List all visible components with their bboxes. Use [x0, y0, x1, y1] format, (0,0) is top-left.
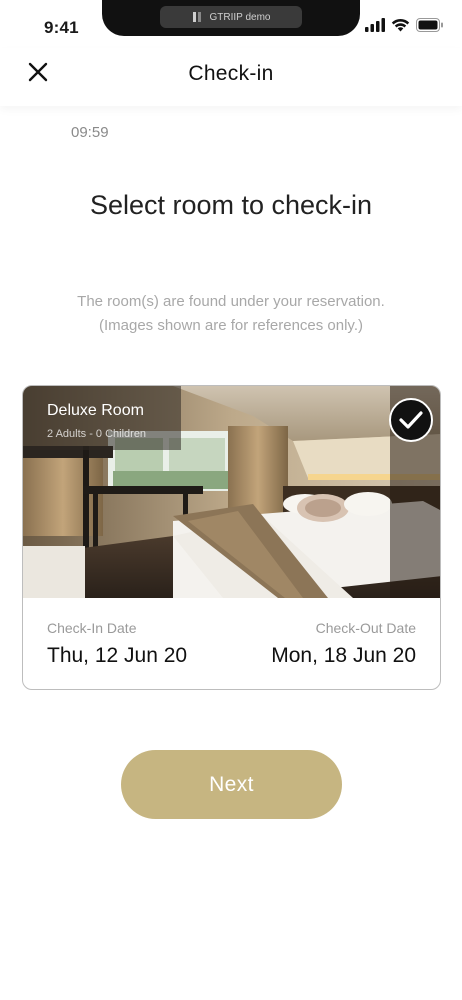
notch-label: GTRIIP demo — [209, 11, 271, 23]
check-in-value: Thu, 12 Jun 20 — [47, 644, 188, 667]
status-time: 9:41 — [44, 18, 79, 37]
page-title: Select room to check-in — [89, 190, 373, 220]
device-notch: GTRIIP demo — [102, 0, 360, 36]
check-out-label: Check-Out Date — [315, 620, 416, 636]
subtitle-line-1: The room(s) are found under your reserva… — [77, 293, 385, 310]
check-in-date: Check-In Date Thu, 12 Jun 20 — [47, 620, 187, 668]
status-bar: 9:41 GTRIIP demo — [0, 0, 462, 48]
room-name: Deluxe Room — [47, 402, 144, 419]
check-out-value: Mon, 18 Jun 20 — [271, 644, 416, 667]
signal-icon — [365, 18, 385, 37]
next-button[interactable]: Next — [121, 750, 342, 819]
room-select-toggle[interactable] — [389, 398, 433, 442]
wifi-icon — [391, 18, 410, 37]
check-icon — [399, 411, 423, 429]
check-in-label: Check-In Date — [47, 620, 137, 636]
check-out-date: Check-Out Date Mon, 18 Jun 20 — [271, 620, 416, 668]
page-subtitle: The room(s) are found under your reserva… — [30, 290, 432, 338]
status-icons — [365, 18, 444, 37]
subtitle-line-2: (Images shown are for references only.) — [98, 317, 363, 334]
header-title: Check-in — [188, 62, 274, 85]
dynamic-island-pill: GTRIIP demo — [160, 6, 302, 28]
room-photo: Deluxe Room 2 Adults - 0 Children — [23, 386, 440, 598]
app-header: Check-in — [0, 48, 462, 106]
room-card[interactable]: Deluxe Room 2 Adults - 0 Children Check-… — [22, 385, 441, 690]
battery-icon — [416, 18, 444, 37]
countdown-timer: 09:59 — [71, 124, 109, 141]
app-logo-icon — [192, 11, 204, 23]
room-guests: 2 Adults - 0 Children — [47, 428, 147, 440]
